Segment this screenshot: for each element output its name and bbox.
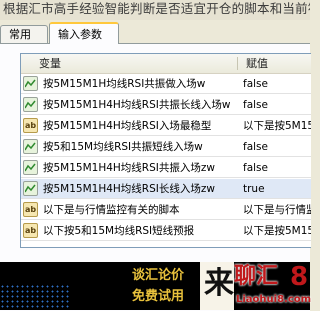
- table-row[interactable]: 按5M15M1H均线RSI共振做入场w false: [21, 74, 311, 94]
- ad-text-1: 谈汇论价: [132, 268, 185, 283]
- param-value[interactable]: 以下是按5M15: [243, 116, 311, 136]
- table-row[interactable]: 按5M15M1H4H均线RSI长线入场zw true: [21, 179, 311, 199]
- param-value[interactable]: true: [243, 179, 311, 199]
- table-row[interactable]: ab 以下按5和15M均线RSI短线预报 以下是按5M15: [21, 221, 311, 241]
- param-name: 按5M15M1H4H均线RSI入场最稳型: [43, 120, 212, 132]
- table-row[interactable]: 按5和15M均线RSI共振短线入场w false: [21, 137, 311, 157]
- table-row[interactable]: 按5M15M1H4H均线RSI共振入场zw false: [21, 158, 311, 178]
- param-name: 按5M15M1H均线RSI共振做入场w: [43, 78, 206, 90]
- site-logo-number: 8: [290, 262, 309, 292]
- param-value[interactable]: false: [243, 158, 311, 178]
- tab-bar: 常用 输入参数: [0, 22, 310, 44]
- param-name: 以下按5和15M均线RSI短线预报: [43, 225, 195, 237]
- banner: 根据汇市高手经验智能判断是否适宜开仓的脚本和当前符合开: [0, 0, 310, 20]
- ad-text-2: 免费试用: [132, 289, 185, 304]
- table-header: 变量 赋值: [21, 54, 311, 74]
- ab-text-icon: ab: [23, 118, 38, 133]
- ad-char: 来: [204, 266, 234, 301]
- banner-text: 根据汇市高手经验智能判断是否适宜开仓的脚本和当前符合开: [3, 1, 310, 16]
- tab-input-params[interactable]: 输入参数: [49, 22, 119, 44]
- param-value[interactable]: false: [243, 137, 311, 157]
- ab-text-icon: ab: [23, 223, 38, 238]
- column-divider[interactable]: [237, 57, 238, 70]
- site-logo: 聊汇: [234, 264, 279, 289]
- param-value[interactable]: 以下是按5M15: [243, 221, 311, 241]
- param-name: 按5M15M1H4H均线RSI长线入场zw: [43, 183, 215, 195]
- param-name: 以下是与行情监控有关的脚本: [43, 204, 180, 216]
- column-header-variable[interactable]: 变量: [39, 54, 61, 73]
- params-table: 变量 赋值 按5M15M1H均线RSI共振做入场w false 按5M15M1H4H…: [20, 53, 311, 248]
- line-chart-icon: [23, 181, 38, 196]
- table-row[interactable]: 按5M15M1H4H均线RSI共振长线入场w false: [21, 95, 311, 115]
- param-value[interactable]: 以下是与行情监: [243, 200, 311, 220]
- table-row[interactable]: ab 以下是与行情监控有关的脚本 以下是与行情监: [21, 200, 311, 220]
- line-chart-icon: [23, 97, 38, 112]
- param-value[interactable]: false: [243, 95, 311, 115]
- line-chart-icon: [23, 139, 38, 154]
- param-name: 按5和15M均线RSI共振短线入场w: [43, 141, 203, 153]
- site-url: Liaohui8.com: [236, 294, 312, 305]
- param-name: 按5M15M1H4H均线RSI共振长线入场w: [43, 99, 231, 111]
- ad-banner: 谈汇论价 免费试用 来 聊汇 8 Liaohui8.com: [0, 262, 312, 310]
- line-chart-icon: [23, 160, 38, 175]
- ab-text-icon: ab: [23, 202, 38, 217]
- table-row[interactable]: ab 按5M15M1H4H均线RSI入场最稳型 以下是按5M15: [21, 116, 311, 136]
- column-header-value[interactable]: 赋值: [246, 54, 268, 73]
- dot-pattern: [0, 284, 70, 310]
- tab-common[interactable]: 常用: [0, 25, 48, 43]
- line-chart-icon: [23, 76, 38, 91]
- param-value[interactable]: false: [243, 74, 311, 94]
- param-name: 按5M15M1H4H均线RSI共振入场zw: [43, 162, 215, 174]
